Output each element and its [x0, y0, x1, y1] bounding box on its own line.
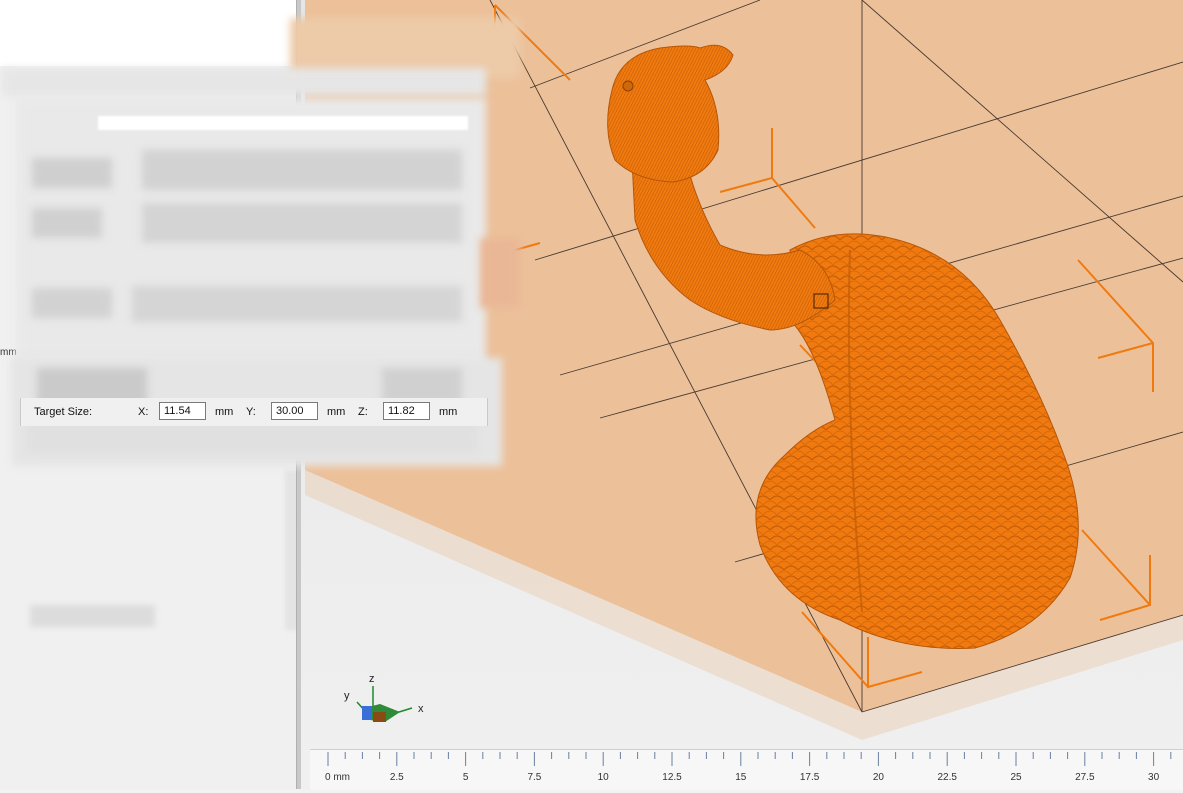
axis-y-label: y	[344, 690, 350, 702]
blurred-region	[480, 238, 520, 308]
axis-z-label: z	[369, 673, 375, 685]
ruler-tick-label: 0 mm	[325, 772, 350, 783]
blurred-dialog-content	[16, 98, 486, 398]
blurred-panel-button[interactable]	[30, 605, 155, 627]
z-unit: mm	[439, 406, 458, 418]
target-size-label: Target Size:	[34, 406, 93, 418]
panel-header-area	[0, 0, 300, 66]
blurred-fields-row[interactable]	[132, 286, 462, 322]
ruler-tick-label: 25	[1010, 772, 1022, 783]
target-size-x-input[interactable]	[159, 402, 206, 420]
ruler-tick-label: 22.5	[937, 772, 957, 783]
target-size-z-input[interactable]	[383, 402, 430, 420]
measurement-ruler: 0 mm 2.5 5 7.5 10 12.5 15 17.5 20 22.5 25 27.5 30	[310, 749, 1183, 790]
z-label: Z:	[358, 406, 368, 418]
target-size-y-input[interactable]	[271, 402, 318, 420]
ruler-tick-label: 10	[598, 772, 610, 783]
ruler-tick-label: 2.5	[390, 772, 404, 783]
x-unit: mm	[215, 406, 234, 418]
blurred-label	[32, 208, 102, 238]
model-eye	[622, 80, 634, 92]
y-label: Y:	[246, 406, 256, 418]
ruler-tick-label: 5	[463, 772, 469, 783]
blurred-label	[32, 158, 112, 188]
ruler-tick-label: 7.5	[527, 772, 541, 783]
blurred-fields-row[interactable]	[142, 150, 462, 190]
ruler-tick-label: 17.5	[800, 772, 820, 783]
target-size-row: Target Size: X: mm Y: mm Z: mm	[20, 398, 488, 426]
ruler-tick-label: 30	[1148, 772, 1160, 783]
axis-gizmo[interactable]: z y x	[344, 673, 424, 722]
ruler-scale: 0 mm 2.5 5 7.5 10 12.5 15 17.5 20 22.5 25 27.5 30	[325, 752, 1172, 783]
y-unit: mm	[327, 406, 346, 418]
x-label: X:	[138, 406, 149, 418]
blurred-fields-row[interactable]	[142, 203, 462, 243]
ruler-tick-label: 20	[873, 772, 885, 783]
ruler-tick-label: 15	[735, 772, 747, 783]
ruler-tick-label: 12.5	[662, 772, 682, 783]
axis-x-label: x	[418, 703, 424, 715]
blurred-label	[32, 288, 112, 318]
dialog-titlebar	[2, 68, 486, 96]
blurred-field[interactable]	[98, 116, 468, 130]
scale-dialog: Target Size: X: mm Y: mm Z: mm	[2, 18, 520, 468]
ruler-tick-label: 27.5	[1075, 772, 1095, 783]
